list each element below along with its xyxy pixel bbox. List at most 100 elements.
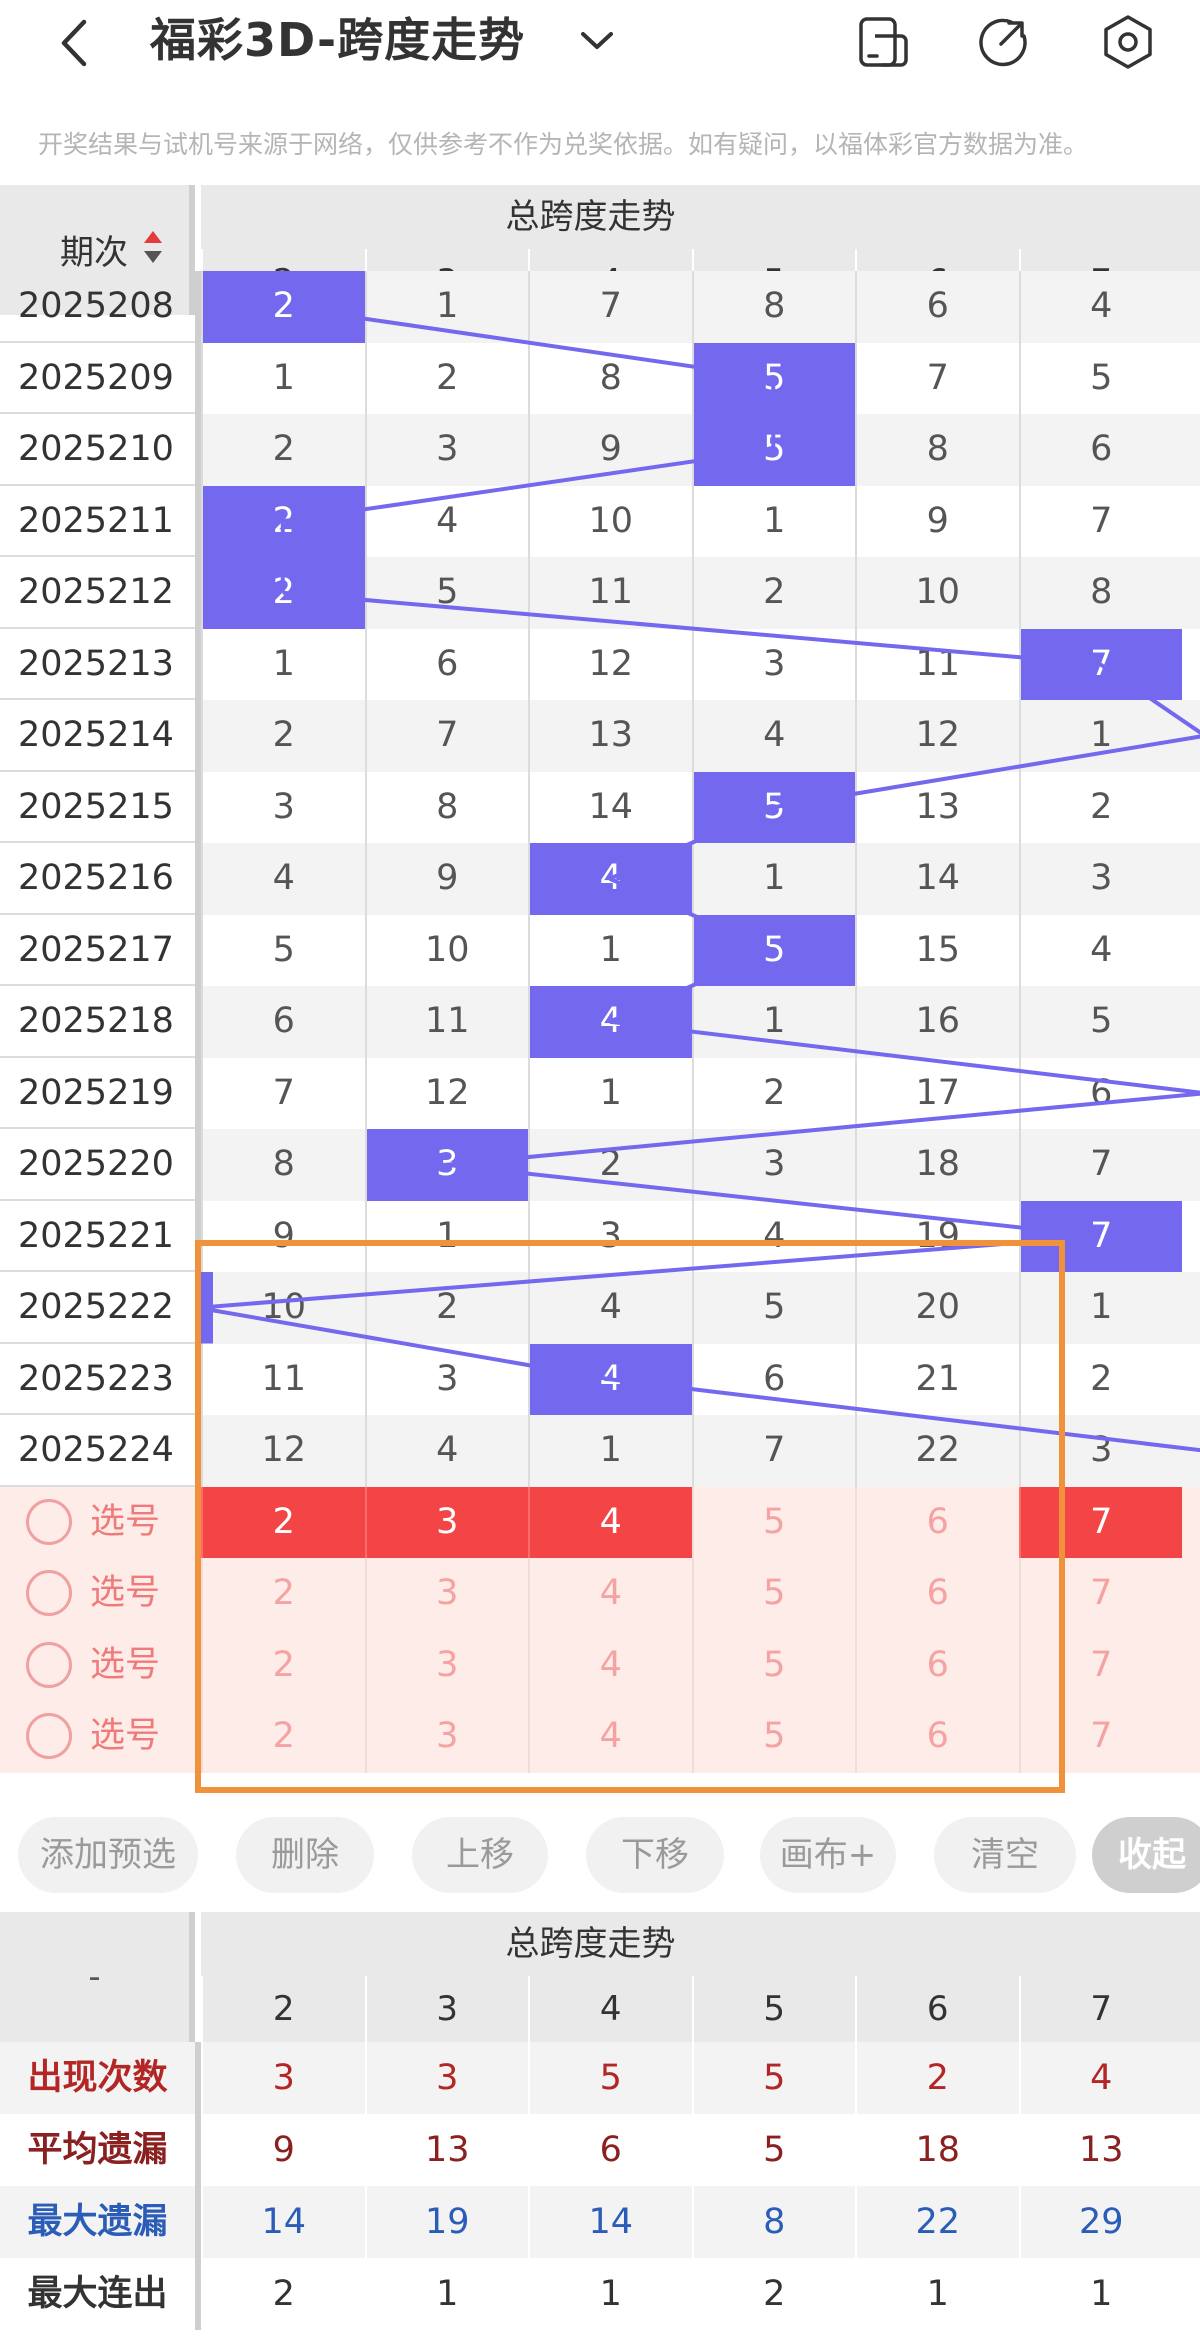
miss-cell: 3 — [364, 414, 529, 486]
table-row: 2025215 3 8 14 5 13 2 — [0, 771, 1200, 843]
move-up-button[interactable]: 上移 — [412, 1817, 548, 1893]
miss-cell: 11 — [855, 628, 1019, 700]
page-title[interactable]: 福彩3D-跨度走势 — [150, 10, 525, 70]
stats-row-label: 最大连出 — [27, 2274, 168, 2314]
period-number: 2025209 — [0, 343, 195, 414]
period-header-label: 期次 — [60, 233, 128, 273]
chevron-down-icon[interactable] — [575, 20, 619, 60]
radio-circle-icon[interactable] — [26, 1570, 72, 1616]
row-cells: 217864 — [201, 271, 1200, 343]
stats-value: 13 — [364, 2114, 529, 2186]
miss-cell: 9 — [364, 843, 529, 915]
miss-cell: 11 — [528, 557, 692, 629]
period-number: 2025212 — [0, 557, 195, 629]
radio-circle-icon[interactable] — [26, 1498, 72, 1545]
table-row: 2025213 1 6 12 3 11 7 — [0, 628, 1200, 700]
split-screen-icon[interactable] — [855, 14, 911, 70]
miss-cell: 1 — [528, 1057, 692, 1129]
miss-cell: 3 — [691, 628, 856, 700]
stats-value: 22 — [855, 2186, 1019, 2258]
miss-cell: 2 — [201, 414, 365, 486]
canvas-plus-button[interactable]: 画布+ — [760, 1817, 896, 1893]
stats-row-label: 出现次数 — [27, 2058, 168, 2098]
miss-cell: 6 — [201, 986, 365, 1058]
stats-value: 2 — [691, 2258, 856, 2330]
miss-cell: 10 — [364, 914, 529, 986]
radio-circle-icon[interactable] — [26, 1713, 72, 1759]
miss-cell: 4 — [691, 700, 856, 772]
stats-column-header-4: 4 — [528, 1976, 692, 2042]
table-row: 2025216 4 9 4 1 14 3 — [0, 843, 1200, 915]
move-down-button[interactable]: 下移 — [586, 1817, 724, 1893]
miss-cell: 5 — [201, 914, 365, 986]
miss-cell: 12 — [528, 628, 692, 700]
stats-value: 1 — [1018, 2258, 1183, 2330]
miss-cell: 7 — [364, 700, 529, 772]
miss-cell: 1 — [201, 342, 365, 414]
period-number: 2025221 — [0, 1201, 195, 1272]
miss-cell: 10 — [528, 485, 692, 557]
row-cells: 3 8 14 5 13 2 — [201, 771, 1200, 843]
period-number: 2025220 — [0, 1129, 195, 1201]
miss-cell: 7 — [201, 1057, 365, 1129]
miss-cell: 4 — [201, 843, 365, 915]
miss-cell: 2 — [364, 342, 529, 414]
clear-button[interactable]: 清空 — [934, 1817, 1076, 1893]
table-row: 2025211 2 4 10 1 9 7 — [0, 485, 1200, 557]
stats-value: 1 — [364, 2258, 529, 2330]
hit-cell: 2 — [201, 271, 365, 343]
stats-value: 5 — [691, 2042, 856, 2114]
period-number: 2025214 — [0, 700, 195, 772]
period-number: 2025210 — [0, 414, 195, 486]
period-number: 2025223 — [0, 1344, 195, 1415]
miss-cell: 4 — [1018, 914, 1183, 986]
stats-value: 14 — [528, 2186, 692, 2258]
miss-cell: 13 — [855, 771, 1019, 843]
miss-cell: 16 — [855, 986, 1019, 1058]
period-number: 2025222 — [0, 1272, 195, 1344]
hit-cell: 5 — [691, 914, 855, 986]
miss-cell: 15 — [855, 914, 1019, 986]
hit-cell: 4 — [528, 843, 692, 915]
miss-cell: 4 — [364, 485, 529, 557]
collapse-button[interactable]: 收起 — [1092, 1817, 1200, 1893]
row-cells: 2 4 10 1 9 7 — [201, 485, 1200, 557]
sort-icon[interactable] — [142, 229, 164, 265]
hit-cell: 5 — [691, 771, 855, 843]
stats-value: 5 — [691, 2114, 856, 2186]
hit-cell: 2 — [201, 557, 365, 629]
miss-cell: 18 — [855, 1129, 1019, 1201]
miss-cell: 2 — [528, 1129, 692, 1201]
miss-cell: 12 — [855, 700, 1019, 772]
stats-value: 6 — [528, 2114, 692, 2186]
add-preselect-button[interactable]: 添加预选 — [18, 1817, 198, 1893]
share-icon[interactable] — [975, 14, 1031, 70]
miss-cell: 2 — [691, 1057, 856, 1129]
miss-cell: 8 — [364, 771, 529, 843]
stats-value: 9 — [201, 2114, 365, 2186]
period-number: 2025213 — [0, 629, 195, 700]
stats-value: 5 — [528, 2042, 692, 2114]
stats-column-header-7: 7 — [1018, 1976, 1183, 2042]
period-number: 2025211 — [0, 486, 195, 557]
delete-button[interactable]: 删除 — [236, 1817, 374, 1893]
stats-value: 14 — [201, 2186, 365, 2258]
table-row: 2025209 1 2 8 5 7 5 — [0, 342, 1200, 414]
stats-value: 2 — [855, 2042, 1019, 2114]
miss-cell: 5 — [1018, 342, 1183, 414]
miss-cell: 2 — [1018, 771, 1183, 843]
statistics-table: - 总跨度走势 234567 出现次数 3 3 5 5 2 4 平均遗漏 9 13 6 5 18 13 最大… — [0, 1912, 1200, 2338]
group-header: 总跨度走势 — [201, 185, 1200, 249]
row-cells: 2 5 11 2 10 8 — [201, 557, 1200, 629]
row-cells: 2 7 13 4 12 1 — [201, 700, 1200, 772]
chevron-left-icon[interactable] — [50, 18, 100, 68]
stats-value: 1 — [855, 2258, 1019, 2330]
stats-row: 平均遗漏 9 13 6 5 18 13 — [0, 2114, 1200, 2186]
stats-row-label: 最大遗漏 — [27, 2202, 168, 2242]
miss-cell: 6 — [364, 628, 529, 700]
radio-circle-icon[interactable] — [26, 1641, 72, 1688]
miss-cell: 10 — [855, 557, 1019, 629]
miss-cell: 2 — [201, 700, 365, 772]
settings-icon[interactable] — [1100, 14, 1156, 70]
stats-value: 4 — [1018, 2042, 1183, 2114]
